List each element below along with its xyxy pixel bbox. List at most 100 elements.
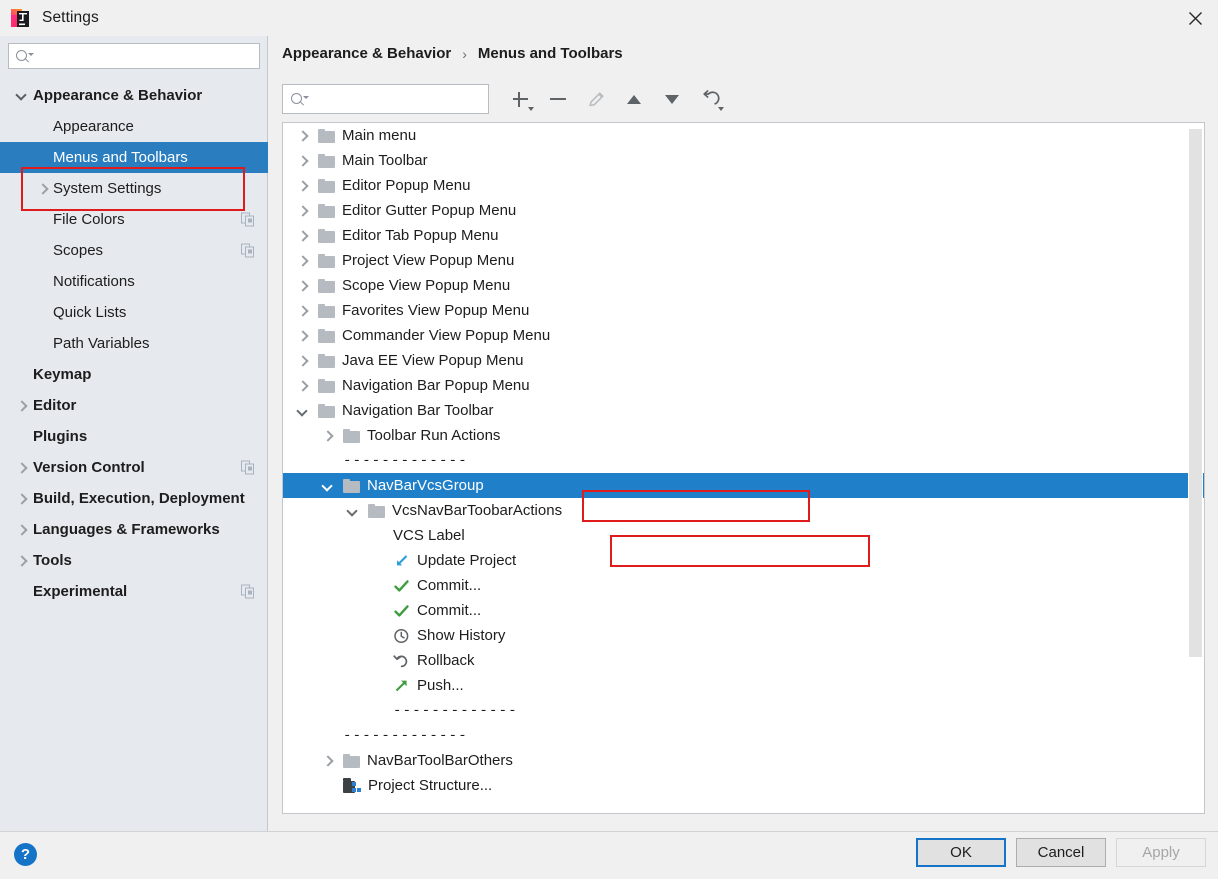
move-up-button[interactable]: [617, 84, 651, 114]
chevron-right-icon[interactable]: [15, 554, 29, 568]
tree-row[interactable]: Project Structure...: [283, 773, 1204, 798]
chevron-right-icon[interactable]: [296, 179, 310, 193]
chevron-right-icon[interactable]: [296, 129, 310, 143]
chevron-right-icon[interactable]: [15, 523, 29, 537]
copy-settings-icon: [241, 243, 255, 258]
intellij-idea-icon: [10, 8, 30, 28]
sidebar-item-file-colors[interactable]: File Colors: [0, 204, 268, 235]
chevron-right-icon[interactable]: [296, 254, 310, 268]
cancel-button[interactable]: Cancel: [1016, 838, 1106, 867]
tree-row-label: Rollback: [417, 652, 475, 669]
chevron-down-icon[interactable]: [296, 404, 310, 418]
copy-settings-icon: [241, 460, 255, 475]
tree-row[interactable]: Editor Gutter Popup Menu: [283, 198, 1204, 223]
chevron-right-icon[interactable]: [296, 329, 310, 343]
sidebar-item-appearance-behavior[interactable]: Appearance & Behavior: [0, 80, 268, 111]
tree-row[interactable]: -------------: [283, 448, 1204, 473]
sidebar-item-menus-and-toolbars[interactable]: Menus and Toolbars: [0, 142, 268, 173]
sidebar-item-quick-lists[interactable]: Quick Lists: [0, 297, 268, 328]
help-button[interactable]: ?: [14, 843, 37, 866]
sidebar-item-build-execution-deployment[interactable]: Build, Execution, Deployment: [0, 483, 268, 514]
tree-row[interactable]: Push...: [283, 673, 1204, 698]
sidebar-item-languages-frameworks[interactable]: Languages & Frameworks: [0, 514, 268, 545]
chevron-right-icon[interactable]: [296, 204, 310, 218]
tree-row[interactable]: Commit...: [283, 573, 1204, 598]
sidebar-search-field[interactable]: [8, 43, 260, 69]
chevron-down-icon[interactable]: [346, 504, 360, 518]
window-title: Settings: [42, 9, 99, 26]
tree-row[interactable]: Show History: [283, 623, 1204, 648]
chevron-down-icon[interactable]: [321, 479, 335, 493]
tree-row[interactable]: NavBarToolBarOthers: [283, 748, 1204, 773]
sidebar-item-version-control[interactable]: Version Control: [0, 452, 268, 483]
folder-icon: [318, 228, 335, 243]
chevron-right-icon[interactable]: [296, 304, 310, 318]
tree-row[interactable]: Scope View Popup Menu: [283, 273, 1204, 298]
tree-separator: -------------: [393, 702, 518, 719]
close-icon[interactable]: [1172, 0, 1218, 36]
tree-row[interactable]: Rollback: [283, 648, 1204, 673]
tree-row[interactable]: Java EE View Popup Menu: [283, 348, 1204, 373]
tree-row[interactable]: Editor Popup Menu: [283, 173, 1204, 198]
tree-row[interactable]: Update Project: [283, 548, 1204, 573]
tree-row[interactable]: -------------: [283, 698, 1204, 723]
project-structure-icon: [343, 778, 361, 793]
sidebar-item-experimental[interactable]: Experimental: [0, 576, 268, 607]
tree-row-label: Main menu: [342, 127, 417, 144]
sidebar-item-appearance[interactable]: Appearance: [0, 111, 268, 142]
sidebar-item-plugins[interactable]: Plugins: [0, 421, 268, 452]
tree-row[interactable]: NavBarVcsGroup: [283, 473, 1204, 498]
tree-row-label: Main Toolbar: [342, 152, 428, 169]
sidebar-item-keymap[interactable]: Keymap: [0, 359, 268, 390]
tree-row[interactable]: Editor Tab Popup Menu: [283, 223, 1204, 248]
sidebar-item-tools[interactable]: Tools: [0, 545, 268, 576]
tree-row[interactable]: Commit...: [283, 598, 1204, 623]
chevron-right-icon[interactable]: [15, 461, 29, 475]
chevron-right-icon[interactable]: [15, 399, 29, 413]
tree-row[interactable]: Main menu: [283, 123, 1204, 148]
chevron-right-icon[interactable]: [321, 429, 335, 443]
tree-row[interactable]: Commander View Popup Menu: [283, 323, 1204, 348]
tree-row[interactable]: Navigation Bar Toolbar: [283, 398, 1204, 423]
tree-row-label: Editor Popup Menu: [342, 177, 471, 194]
tree-vertical-scrollbar[interactable]: [1188, 124, 1203, 813]
tree-row-label: Update Project: [417, 552, 517, 569]
sidebar-item-notifications[interactable]: Notifications: [0, 266, 268, 297]
sidebar-item-scopes[interactable]: Scopes: [0, 235, 268, 266]
chevron-right-icon[interactable]: [296, 229, 310, 243]
minus-icon: [550, 97, 566, 101]
tree-row[interactable]: Navigation Bar Popup Menu: [283, 373, 1204, 398]
sidebar-item-label: Quick Lists: [53, 304, 127, 321]
scrollbar-thumb[interactable]: [1189, 129, 1202, 657]
chevron-right-icon[interactable]: [15, 492, 29, 506]
tree-row[interactable]: Toolbar Run Actions: [283, 423, 1204, 448]
tree-row-label: Show History: [417, 627, 506, 644]
chevron-right-icon[interactable]: [296, 354, 310, 368]
tree-search-input[interactable]: [282, 84, 489, 114]
tree-row-label: Java EE View Popup Menu: [342, 352, 524, 369]
add-button[interactable]: [503, 84, 537, 114]
chevron-right-icon[interactable]: [296, 279, 310, 293]
tree-row[interactable]: Project View Popup Menu: [283, 248, 1204, 273]
sidebar-item-system-settings[interactable]: System Settings: [0, 173, 268, 204]
chevron-right-icon[interactable]: [296, 379, 310, 393]
chevron-down-icon[interactable]: [15, 89, 29, 103]
copy-settings-icon: [241, 584, 255, 599]
sidebar-item-label: Languages & Frameworks: [33, 521, 220, 538]
ok-button[interactable]: OK: [916, 838, 1006, 867]
remove-button[interactable]: [541, 84, 575, 114]
tree-row[interactable]: Main Toolbar: [283, 148, 1204, 173]
sidebar-item-path-variables[interactable]: Path Variables: [0, 328, 268, 359]
breadcrumb: Appearance & Behavior › Menus and Toolba…: [282, 45, 623, 62]
breadcrumb-parent[interactable]: Appearance & Behavior: [282, 45, 451, 62]
tree-row[interactable]: VCS Label: [283, 523, 1204, 548]
move-down-button[interactable]: [655, 84, 689, 114]
sidebar-item-editor[interactable]: Editor: [0, 390, 268, 421]
tree-row[interactable]: Favorites View Popup Menu: [283, 298, 1204, 323]
tree-row[interactable]: -------------: [283, 723, 1204, 748]
tree-row[interactable]: VcsNavBarToobarActions: [283, 498, 1204, 523]
chevron-right-icon[interactable]: [296, 154, 310, 168]
restore-button[interactable]: [693, 84, 727, 114]
chevron-right-icon[interactable]: [321, 754, 335, 768]
chevron-right-icon[interactable]: [36, 182, 50, 196]
